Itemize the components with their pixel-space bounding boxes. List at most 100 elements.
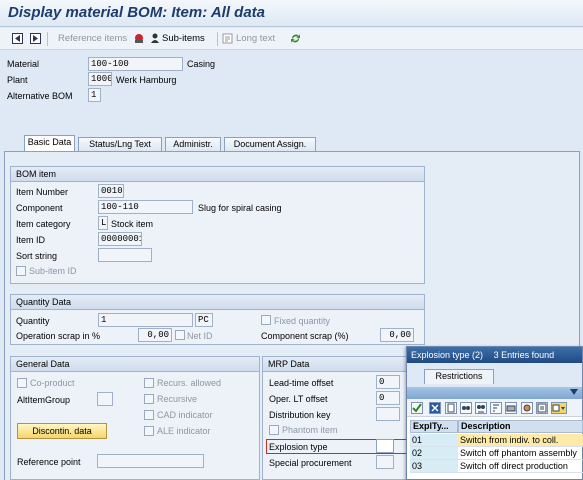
find-next-icon[interactable] bbox=[475, 402, 487, 414]
refresh-icon[interactable] bbox=[290, 33, 301, 44]
table-row-description[interactable]: Switch from indiv. to coll. bbox=[458, 434, 583, 447]
print-icon[interactable] bbox=[505, 402, 517, 414]
recursive-checkbox[interactable] bbox=[144, 394, 154, 404]
table-row-code[interactable]: 02 bbox=[410, 447, 458, 460]
toolbar-separator bbox=[47, 32, 48, 46]
long-text-icon[interactable] bbox=[222, 33, 233, 44]
triangle-down-icon[interactable] bbox=[570, 389, 578, 396]
alternative-bom-field[interactable]: 1 bbox=[88, 88, 101, 102]
recursive-allowed-label: Recurs. allowed bbox=[157, 378, 222, 388]
phantom-item-checkbox[interactable] bbox=[269, 425, 279, 435]
column-header-description[interactable]: Description bbox=[458, 420, 583, 433]
more-options-icon[interactable] bbox=[551, 402, 567, 414]
table-row-code[interactable]: 03 bbox=[410, 460, 458, 473]
plant-field[interactable]: 1000 bbox=[88, 72, 112, 86]
table-row-description[interactable]: Switch off phantom assembly bbox=[458, 447, 583, 460]
sub-items-button[interactable]: Sub-items bbox=[162, 33, 205, 44]
table-row-description[interactable]: Switch off direct production bbox=[458, 460, 583, 473]
quantity-data-header: Quantity Data bbox=[11, 295, 424, 310]
alternative-bom-label: Alternative BOM bbox=[7, 91, 73, 101]
table-row-code[interactable]: 01 bbox=[410, 434, 458, 447]
settings-icon[interactable] bbox=[521, 402, 533, 414]
material-description: Casing bbox=[187, 59, 216, 69]
cad-indicator-label: CAD indicator bbox=[157, 410, 213, 420]
item-category-label: Item category bbox=[16, 219, 71, 229]
lead-time-offset-label: Lead-time offset bbox=[269, 378, 334, 388]
tab-administration[interactable]: Administr. bbox=[165, 137, 221, 152]
explosion-type-field[interactable] bbox=[376, 439, 394, 453]
item-category-description: Stock item bbox=[111, 219, 154, 229]
bom-item-group: BOM item Item Number 0010 Component 100-… bbox=[10, 166, 425, 284]
item-id-field[interactable]: 00000001 bbox=[98, 232, 142, 246]
dialog-title-bar: Explosion type (2) 3 Entries found bbox=[407, 347, 582, 363]
sub-item-id-checkbox[interactable] bbox=[16, 266, 26, 276]
cancel-icon[interactable] bbox=[429, 402, 441, 414]
item-number-label: Item Number bbox=[16, 187, 69, 197]
special-procurement-field[interactable] bbox=[376, 455, 394, 469]
mrp-data-header: MRP Data bbox=[263, 357, 427, 372]
reference-point-label: Reference point bbox=[17, 457, 81, 467]
component-scrap-field[interactable]: 0,00 bbox=[380, 328, 414, 342]
component-label: Component bbox=[16, 203, 63, 213]
ale-indicator-label: ALE indicator bbox=[157, 426, 211, 436]
sub-item-id-label: Sub-item ID bbox=[29, 266, 77, 276]
material-label: Material bbox=[7, 59, 40, 69]
oper-lt-offset-field[interactable]: 0 bbox=[376, 391, 400, 405]
ale-indicator-checkbox[interactable] bbox=[144, 426, 154, 436]
component-scrap-label: Component scrap (%) bbox=[261, 331, 349, 341]
restrictions-toggle-bar[interactable] bbox=[407, 387, 582, 399]
reference-point-field[interactable] bbox=[97, 454, 204, 468]
material-field[interactable]: 100-100 bbox=[88, 57, 183, 71]
alt-item-group-label: AltItemGroup bbox=[17, 395, 71, 405]
recursive-allowed-checkbox[interactable] bbox=[144, 378, 154, 388]
sort-string-label: Sort string bbox=[16, 251, 58, 261]
fixed-quantity-label: Fixed quantity bbox=[274, 316, 331, 326]
dialog-toolbar bbox=[407, 399, 582, 417]
restrictions-tab[interactable]: Restrictions bbox=[424, 369, 494, 384]
tab-document-assignment[interactable]: Document Assign. bbox=[224, 137, 316, 152]
toolbar-separator bbox=[217, 32, 218, 46]
reference-items-icon[interactable] bbox=[133, 33, 144, 44]
page-title: Display material BOM: Item: All data bbox=[8, 4, 266, 21]
tab-status-long-text[interactable]: Status/Lng Text bbox=[78, 137, 162, 152]
next-item-icon[interactable] bbox=[30, 33, 41, 44]
sub-items-icon[interactable] bbox=[150, 33, 161, 44]
information-icon[interactable] bbox=[536, 402, 548, 414]
column-header-explosion-type[interactable]: ExplTy... bbox=[410, 420, 458, 433]
sort-icon[interactable] bbox=[490, 402, 502, 414]
phantom-item-label: Phantom item bbox=[282, 425, 338, 435]
new-document-icon[interactable] bbox=[445, 402, 457, 414]
alt-item-group-field[interactable] bbox=[97, 392, 113, 406]
component-field[interactable]: 100-110 bbox=[98, 200, 193, 214]
item-category-field[interactable]: L bbox=[98, 216, 108, 230]
co-product-label: Co-product bbox=[30, 378, 75, 388]
accept-icon[interactable] bbox=[411, 402, 423, 414]
long-text-button[interactable]: Long text bbox=[236, 33, 275, 44]
lead-time-offset-field[interactable]: 0 bbox=[376, 375, 400, 389]
entries-found-count: 3 Entries found bbox=[493, 350, 555, 360]
sort-string-field[interactable] bbox=[98, 248, 152, 262]
operation-scrap-field[interactable]: 0,00 bbox=[138, 328, 172, 342]
special-procurement-label: Special procurement bbox=[269, 458, 352, 468]
title-bar: Display material BOM: Item: All data bbox=[0, 0, 583, 27]
item-id-label: Item ID bbox=[16, 235, 46, 245]
general-data-group: General Data Co-product Recurs. allowed … bbox=[10, 356, 260, 480]
net-id-checkbox[interactable] bbox=[175, 330, 185, 340]
explosion-type-label: Explosion type bbox=[269, 442, 328, 452]
quantity-field[interactable]: 1 bbox=[98, 313, 193, 327]
cad-indicator-checkbox[interactable] bbox=[144, 410, 154, 420]
fixed-quantity-checkbox[interactable] bbox=[261, 315, 271, 325]
distribution-key-field[interactable] bbox=[376, 407, 400, 421]
dialog-title: Explosion type (2) bbox=[411, 350, 484, 360]
component-description: Slug for spiral casing bbox=[198, 203, 282, 213]
co-product-checkbox[interactable] bbox=[17, 378, 27, 388]
item-number-field[interactable]: 0010 bbox=[98, 184, 124, 198]
unit-field[interactable]: PC bbox=[195, 313, 213, 327]
find-icon[interactable] bbox=[460, 402, 472, 414]
tab-basic-data[interactable]: Basic Data bbox=[24, 135, 75, 152]
quantity-data-group: Quantity Data Quantity 1 PC Fixed quanti… bbox=[10, 294, 425, 345]
general-data-header: General Data bbox=[11, 357, 259, 372]
previous-item-icon[interactable] bbox=[12, 33, 23, 44]
discontinuation-data-button[interactable]: Discontin. data bbox=[17, 423, 107, 439]
reference-items-button[interactable]: Reference items bbox=[58, 33, 127, 44]
